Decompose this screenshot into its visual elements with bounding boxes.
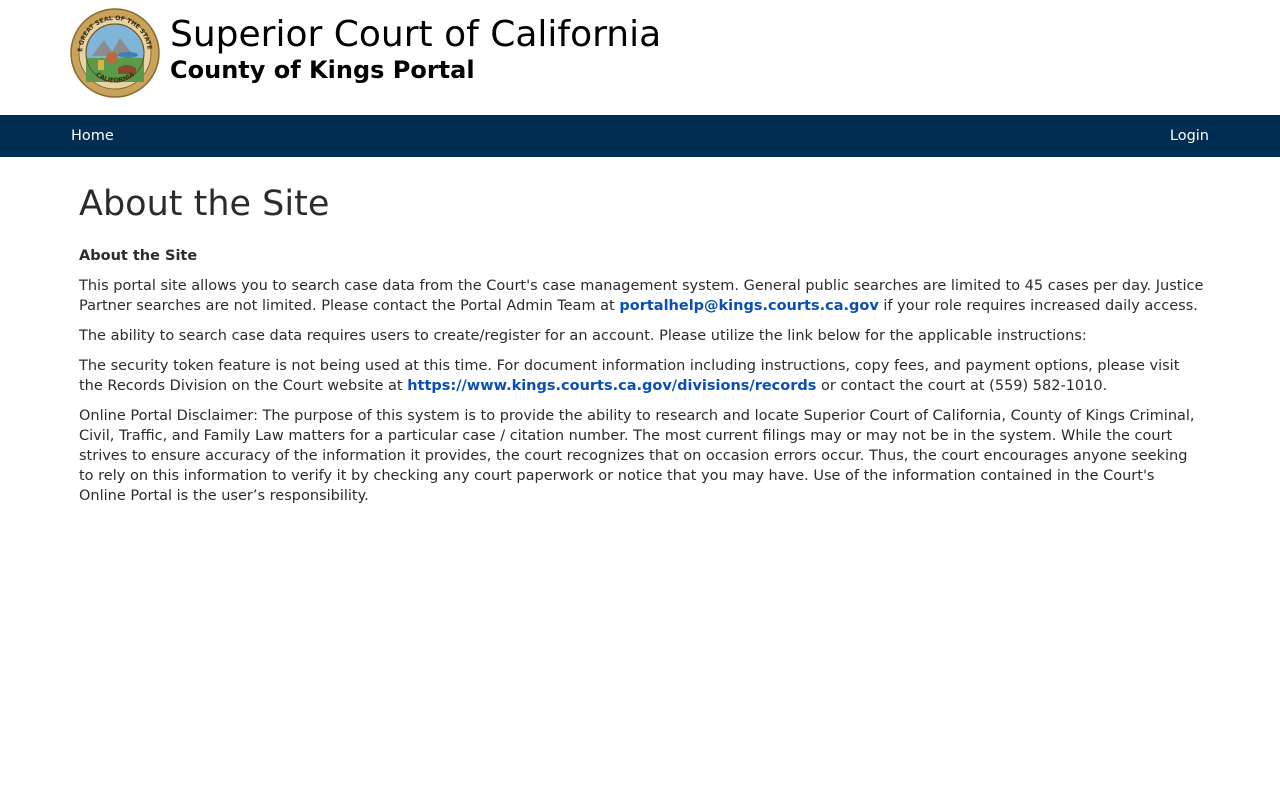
california-seal-icon[interactable]: THE GREAT SEAL OF THE STATE OF CALIFORNI… (70, 8, 160, 98)
site-title-block: Superior Court of California County of K… (170, 14, 661, 84)
paragraph-registration: The ability to search case data requires… (79, 328, 1087, 344)
site-subtitle: County of Kings Portal (170, 56, 475, 84)
main-content: About the Site About the Site This porta… (79, 157, 1204, 516)
section-heading: About the Site (79, 248, 198, 264)
portal-help-email-link[interactable]: portalhelp@kings.courts.ca.gov (619, 298, 878, 314)
records-division-link[interactable]: https://www.kings.courts.ca.gov/division… (407, 378, 816, 394)
paragraph-text: or contact the court at (559) 582-1010. (816, 378, 1108, 394)
nav-login-link[interactable]: Login (1170, 115, 1209, 157)
paragraph-security-token: The security token feature is not being … (79, 356, 1204, 396)
nav-home-link[interactable]: Home (71, 115, 114, 157)
paragraph-disclaimer: Online Portal Disclaimer: The purpose of… (79, 408, 1195, 504)
paragraph-text: if your role requires increased daily ac… (878, 298, 1198, 314)
paragraph-search-limits: This portal site allows you to search ca… (79, 276, 1204, 316)
top-navbar: Home Login (0, 115, 1280, 157)
site-header: THE GREAT SEAL OF THE STATE OF CALIFORNI… (0, 0, 1280, 115)
page-title: About the Site (79, 184, 330, 224)
site-title: Superior Court of California (170, 14, 662, 55)
